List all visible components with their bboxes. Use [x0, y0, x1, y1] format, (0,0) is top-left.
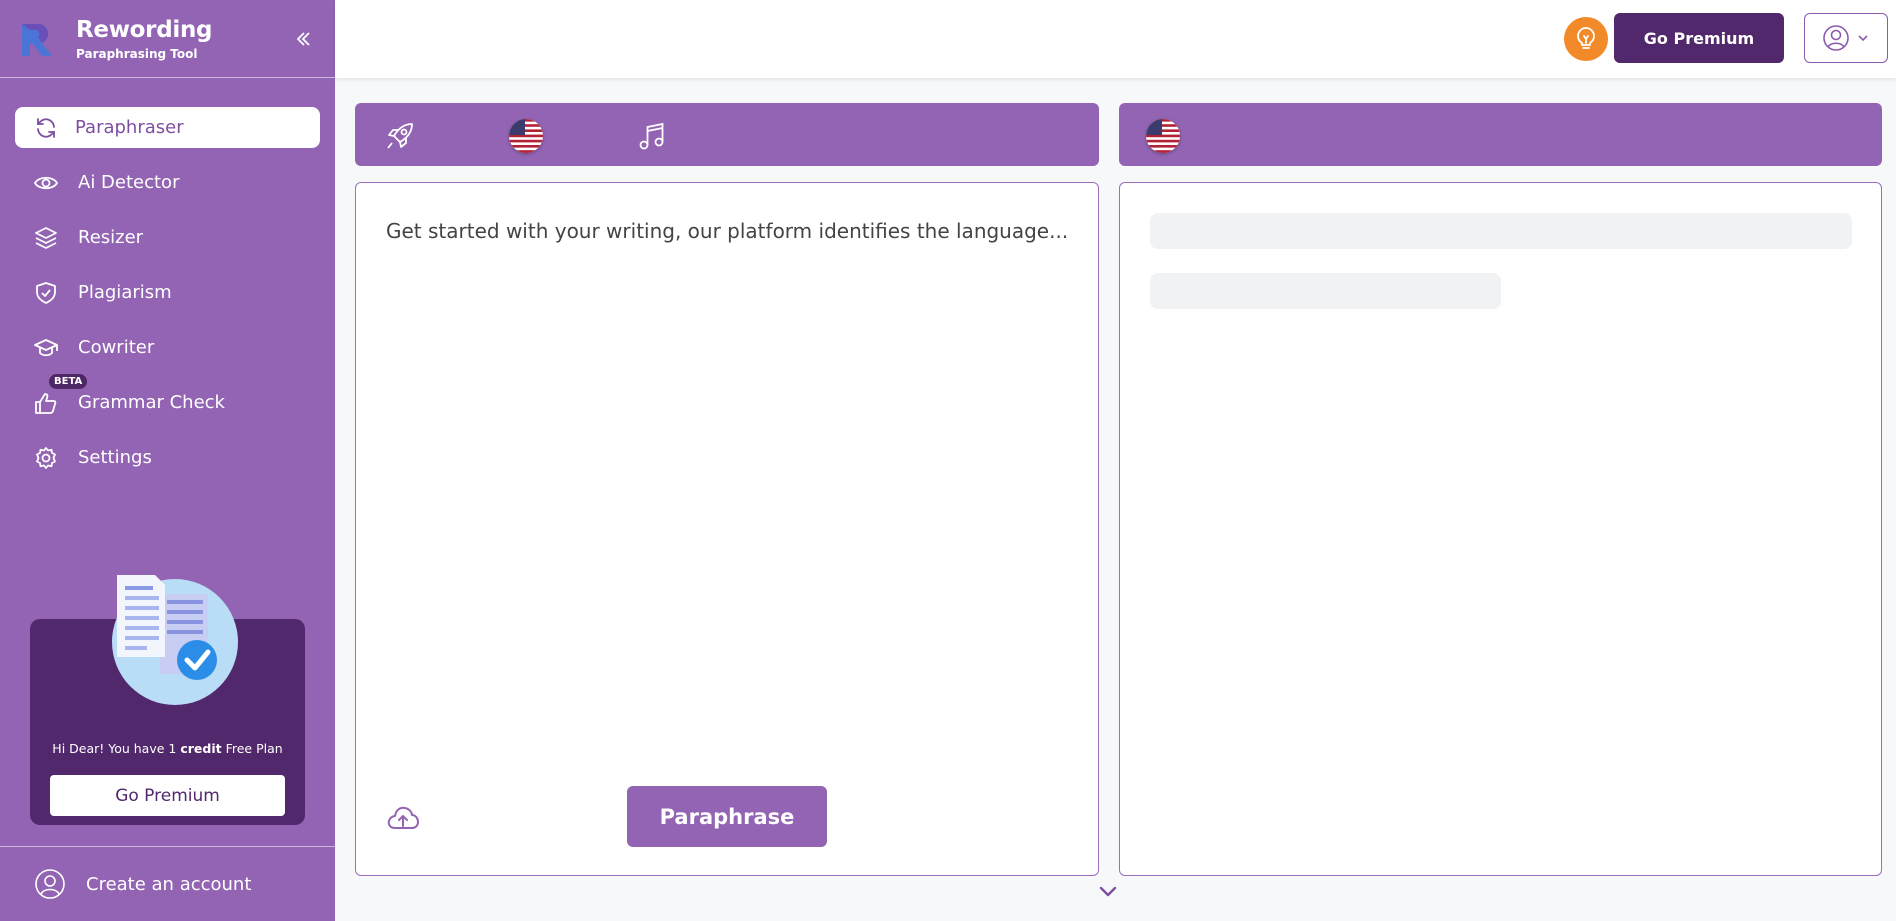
sidebar-item-cowriter[interactable]: Cowriter	[15, 327, 320, 368]
create-account-link[interactable]: Create an account	[0, 846, 335, 921]
chevron-down-icon	[1858, 35, 1868, 42]
user-avatar-icon	[1823, 25, 1849, 51]
sidebar-item-paraphraser[interactable]: Paraphraser	[15, 107, 320, 148]
credit-status-text: Hi Dear! You have 1 credit Free Plan	[52, 741, 283, 756]
sidebar-item-label: Cowriter	[78, 337, 155, 358]
top-bar: Go Premium	[335, 0, 1896, 78]
refresh-icon	[33, 115, 59, 141]
user-circle-icon	[35, 869, 65, 899]
go-premium-button[interactable]: Go Premium	[1614, 13, 1784, 63]
rocket-mode-button[interactable]	[382, 118, 418, 154]
user-menu-button[interactable]	[1804, 13, 1888, 63]
create-account-label: Create an account	[86, 873, 252, 895]
collapse-sidebar-icon[interactable]	[293, 28, 315, 50]
sidebar-nav: Paraphraser Ai Detector Resizer Plagiari…	[0, 107, 335, 478]
rewording-logo	[22, 23, 52, 56]
input-panel[interactable]: Get started with your writing, our platf…	[355, 182, 1099, 876]
us-flag-icon	[509, 119, 543, 153]
us-flag-icon	[1146, 119, 1180, 153]
sidebar-item-grammar-check[interactable]: BETA Grammar Check	[15, 374, 320, 423]
input-toolbar	[355, 103, 1099, 166]
brand-header: Rewording Paraphrasing Tool	[0, 0, 335, 78]
sidebar: Rewording Paraphrasing Tool Paraphraser …	[0, 0, 335, 921]
layers-icon	[33, 225, 59, 251]
document-check-illustration	[112, 575, 238, 705]
sidebar-item-settings[interactable]: Settings	[15, 437, 320, 478]
input-textarea-placeholder[interactable]: Get started with your writing, our platf…	[386, 219, 1068, 243]
beta-badge: BETA	[49, 374, 88, 389]
output-panel	[1119, 182, 1882, 876]
music-note-icon	[639, 122, 664, 150]
premium-promo-card: Hi Dear! You have 1 credit Free Plan Go …	[30, 575, 305, 825]
lightbulb-icon	[1577, 27, 1595, 49]
sidebar-item-label: Plagiarism	[78, 282, 172, 303]
thumbs-up-icon	[33, 390, 59, 416]
sidebar-item-resizer[interactable]: Resizer	[15, 217, 320, 258]
output-toolbar	[1119, 103, 1882, 166]
cloud-upload-icon[interactable]	[385, 800, 421, 836]
eye-icon	[33, 170, 59, 196]
brand-name: Rewording	[76, 16, 213, 43]
loading-skeleton-line	[1150, 213, 1852, 249]
sidebar-item-label: Settings	[78, 447, 152, 468]
tone-button[interactable]	[634, 118, 670, 154]
output-language-button[interactable]	[1145, 118, 1181, 154]
gear-icon	[33, 445, 59, 471]
graduation-cap-icon	[33, 335, 59, 361]
paraphrase-button[interactable]: Paraphrase	[627, 786, 827, 847]
sidebar-item-label: Ai Detector	[78, 172, 180, 193]
sidebar-item-label: Paraphraser	[75, 117, 184, 138]
input-language-button[interactable]	[508, 118, 544, 154]
rocket-icon	[387, 123, 413, 149]
sidebar-item-plagiarism[interactable]: Plagiarism	[15, 272, 320, 313]
sidebar-item-label: Grammar Check	[78, 392, 225, 413]
scroll-down-chevron-icon[interactable]	[1096, 880, 1120, 904]
lightbulb-button[interactable]	[1564, 17, 1608, 61]
sidebar-item-ai-detector[interactable]: Ai Detector	[15, 162, 320, 203]
brand-tagline: Paraphrasing Tool	[76, 46, 198, 61]
go-premium-sidebar-button[interactable]: Go Premium	[50, 775, 285, 816]
shield-check-icon	[33, 280, 59, 306]
loading-skeleton-line	[1150, 273, 1501, 309]
sidebar-item-label: Resizer	[78, 227, 144, 248]
